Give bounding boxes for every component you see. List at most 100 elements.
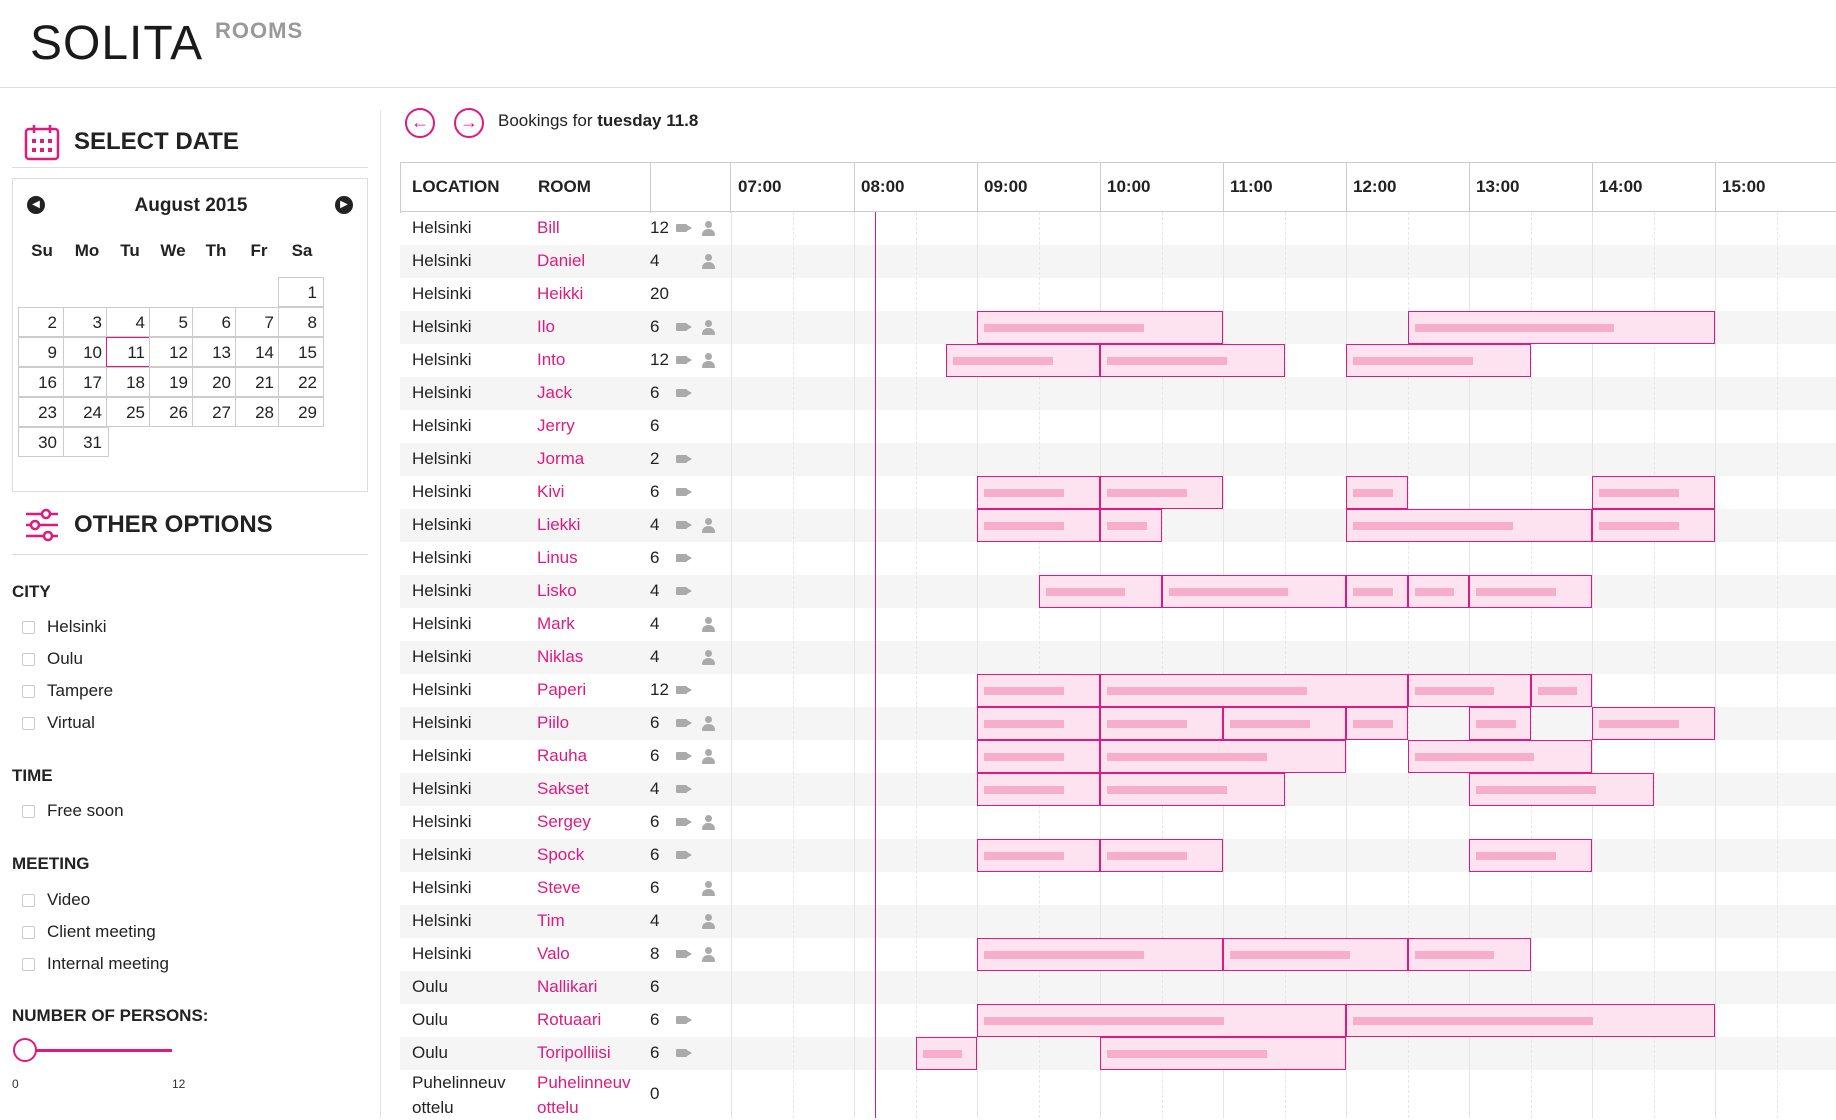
booking-block[interactable] — [1100, 707, 1223, 740]
room-link[interactable]: Tim — [537, 911, 565, 931]
calendar-day-7[interactable]: 7 — [235, 307, 281, 337]
calendar-day-2[interactable]: 2 — [18, 307, 64, 337]
room-link[interactable]: Linus — [537, 548, 578, 568]
room-link[interactable]: Into — [537, 350, 565, 370]
calendar-day-12[interactable]: 12 — [149, 337, 195, 367]
booking-block[interactable] — [977, 740, 1100, 773]
booking-block[interactable] — [1223, 938, 1408, 971]
calendar-day-22[interactable]: 22 — [278, 367, 324, 397]
calendar-day-6[interactable]: 6 — [192, 307, 238, 337]
booking-block[interactable] — [1530, 674, 1592, 707]
room-link[interactable]: Kivi — [537, 482, 564, 502]
city-option-helsinki[interactable]: Helsinki — [22, 617, 107, 637]
booking-block[interactable] — [1407, 938, 1531, 971]
calendar-day-1[interactable]: 1 — [278, 277, 324, 307]
checkbox[interactable] — [22, 620, 35, 634]
meeting-option-video[interactable]: Video — [22, 890, 90, 910]
city-option-virtual[interactable]: Virtual — [22, 713, 95, 733]
meeting-option-internal[interactable]: Internal meeting — [22, 954, 169, 974]
calendar-day-16[interactable]: 16 — [18, 367, 64, 397]
time-option-free-soon[interactable]: Free soon — [22, 801, 124, 821]
booking-block[interactable] — [1100, 674, 1408, 707]
booking-block[interactable] — [1100, 773, 1285, 806]
room-link[interactable]: Nallikari — [537, 977, 597, 997]
booking-block[interactable] — [1592, 707, 1715, 740]
persons-slider-track[interactable] — [24, 1049, 172, 1052]
booking-block[interactable] — [1592, 509, 1715, 542]
booking-block[interactable] — [977, 938, 1223, 971]
calendar-day-5[interactable]: 5 — [149, 307, 195, 337]
calendar-day-28[interactable]: 28 — [235, 397, 281, 427]
room-link[interactable]: Ilo — [537, 317, 555, 337]
calendar-day-3[interactable]: 3 — [63, 307, 109, 337]
room-link[interactable]: Mark — [537, 614, 575, 634]
checkbox[interactable] — [22, 684, 35, 698]
calendar-day-4[interactable]: 4 — [106, 307, 152, 337]
booking-block[interactable] — [977, 311, 1223, 344]
calendar-day-30[interactable]: 30 — [18, 427, 64, 457]
calendar-day-11[interactable]: 11 — [106, 337, 152, 367]
calendar-day-25[interactable]: 25 — [106, 397, 152, 427]
calendar-day-29[interactable]: 29 — [278, 397, 324, 427]
room-link[interactable]: Daniel — [537, 251, 585, 271]
room-link[interactable]: Valo — [537, 944, 570, 964]
room-link[interactable]: Toripolliisi — [537, 1043, 611, 1063]
next-day-button[interactable]: → — [454, 108, 484, 138]
booking-block[interactable] — [1346, 707, 1408, 740]
calendar-day-10[interactable]: 10 — [63, 337, 109, 367]
meeting-option-client[interactable]: Client meeting — [22, 922, 156, 942]
city-option-oulu[interactable]: Oulu — [22, 649, 83, 669]
booking-block[interactable] — [1592, 476, 1715, 509]
calendar-day-18[interactable]: 18 — [106, 367, 152, 397]
booking-block[interactable] — [1469, 575, 1592, 608]
booking-block[interactable] — [1100, 344, 1285, 377]
room-link[interactable]: Sakset — [537, 779, 589, 799]
booking-block[interactable] — [1346, 344, 1531, 377]
booking-block[interactable] — [977, 1004, 1346, 1037]
calendar-day-8[interactable]: 8 — [278, 307, 324, 337]
prev-day-button[interactable]: ← — [405, 108, 435, 138]
calendar-day-31[interactable]: 31 — [63, 427, 109, 457]
booking-block[interactable] — [1407, 311, 1715, 344]
room-link[interactable]: Sergey — [537, 812, 591, 832]
calendar-day-24[interactable]: 24 — [63, 397, 109, 427]
room-link[interactable]: Spock — [537, 845, 584, 865]
booking-block[interactable] — [1469, 707, 1531, 740]
room-link[interactable]: Rotuaari — [537, 1010, 601, 1030]
booking-block[interactable] — [977, 707, 1100, 740]
booking-block[interactable] — [1223, 707, 1346, 740]
calendar-day-15[interactable]: 15 — [278, 337, 324, 367]
booking-block[interactable] — [1100, 476, 1223, 509]
checkbox[interactable] — [22, 652, 35, 666]
room-link[interactable]: Steve — [537, 878, 580, 898]
calendar-day-14[interactable]: 14 — [235, 337, 281, 367]
room-link[interactable]: Lisko — [537, 581, 577, 601]
calendar-day-17[interactable]: 17 — [63, 367, 109, 397]
booking-block[interactable] — [1100, 839, 1223, 872]
calendar-day-19[interactable]: 19 — [149, 367, 195, 397]
room-link[interactable]: Piilo — [537, 713, 569, 733]
solita-logo[interactable]: SOLITA — [30, 16, 203, 71]
calendar-day-13[interactable]: 13 — [192, 337, 238, 367]
room-link[interactable]: Rauha — [537, 746, 587, 766]
room-link[interactable]: Jorma — [537, 449, 584, 469]
booking-block[interactable] — [977, 839, 1100, 872]
booking-block[interactable] — [1100, 1037, 1346, 1070]
calendar-day-9[interactable]: 9 — [18, 337, 64, 367]
checkbox[interactable] — [22, 893, 35, 907]
booking-block[interactable] — [1100, 509, 1162, 542]
booking-block[interactable] — [1100, 740, 1346, 773]
booking-block[interactable] — [1161, 575, 1346, 608]
booking-block[interactable] — [1346, 476, 1408, 509]
booking-block[interactable] — [977, 674, 1100, 707]
room-link[interactable]: Paperi — [537, 680, 586, 700]
booking-block[interactable] — [915, 1037, 977, 1070]
next-month-button[interactable]: ▶ — [335, 196, 353, 214]
booking-block[interactable] — [1469, 839, 1592, 872]
booking-block[interactable] — [1346, 575, 1408, 608]
calendar-day-26[interactable]: 26 — [149, 397, 195, 427]
checkbox[interactable] — [22, 804, 35, 818]
room-link[interactable]: Jack — [537, 383, 572, 403]
calendar-day-21[interactable]: 21 — [235, 367, 281, 397]
booking-block[interactable] — [1407, 740, 1592, 773]
